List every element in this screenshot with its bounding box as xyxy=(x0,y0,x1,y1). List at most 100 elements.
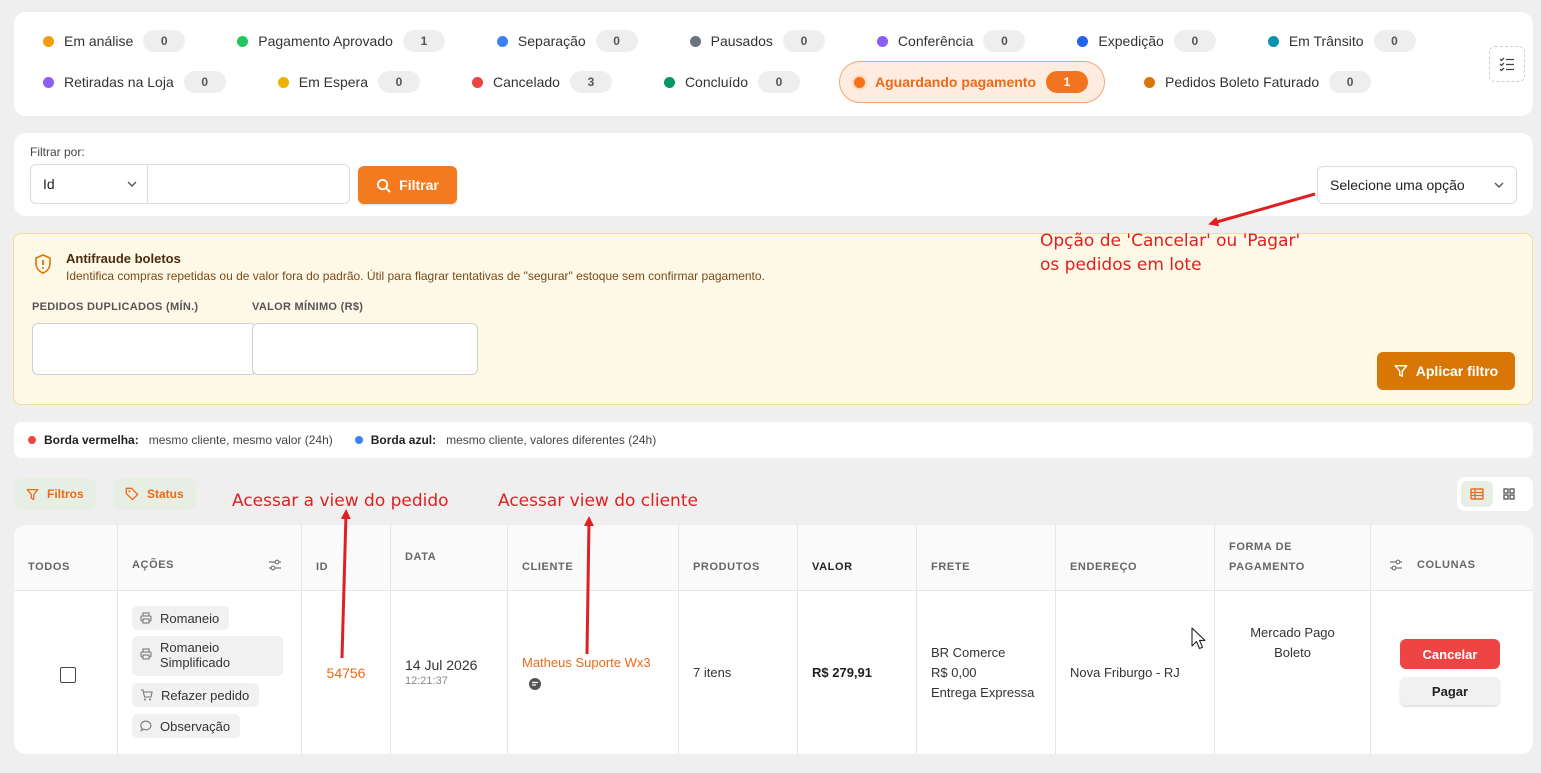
status-label: Retiradas na Loja xyxy=(64,74,174,90)
status-chip-separacao[interactable]: Separação 0 xyxy=(484,25,651,57)
header-actions: AÇÕES xyxy=(132,559,175,571)
order-date: 14 Jul 2026 xyxy=(405,657,478,673)
sliders-icon[interactable] xyxy=(268,559,282,571)
status-chip-aguardando-pagamento[interactable]: Aguardando pagamento 1 xyxy=(838,61,1105,103)
order-time: 12:21:37 xyxy=(405,675,448,687)
col-columns: COLUNAS Cancelar Pagar xyxy=(1371,525,1533,754)
annotation-order-view: Acessar a view do pedido xyxy=(232,491,449,511)
filter-field-select[interactable]: Id xyxy=(31,165,148,203)
status-dot xyxy=(1077,35,1089,47)
printer-icon xyxy=(140,648,152,660)
sliders-icon[interactable] xyxy=(1389,559,1403,571)
apply-filter-button[interactable]: Aplicar filtro xyxy=(1377,352,1515,390)
status-chip-pagamento-aprovado[interactable]: Pagamento Aprovado 1 xyxy=(224,25,458,57)
table-header-cell: FRETE xyxy=(917,525,1055,591)
status-toggle-button[interactable]: Status xyxy=(113,478,196,510)
order-value: R$ 279,91 xyxy=(812,665,872,680)
apply-filter-label: Aplicar filtro xyxy=(1415,363,1499,379)
table-cell: 7 itens xyxy=(679,591,797,754)
status-count: 0 xyxy=(143,30,186,52)
printer-icon xyxy=(140,612,152,624)
status-dot xyxy=(689,35,701,47)
romaneio-simplificado-button[interactable]: Romaneio Simplificado xyxy=(132,636,283,676)
cart-icon xyxy=(141,689,153,701)
status-chip-cancelado[interactable]: Cancelado 3 xyxy=(459,66,625,98)
duplicated-orders-input[interactable] xyxy=(32,323,257,375)
status-count: 1 xyxy=(1046,71,1088,93)
header-payment-line2: PAGAMENTO xyxy=(1229,561,1305,573)
romaneio-button[interactable]: Romaneio xyxy=(132,606,230,630)
table-cell: R$ 279,91 xyxy=(798,591,916,754)
header-columns[interactable]: COLUNAS xyxy=(1417,559,1476,571)
romaneio-simplificado-label: Romaneio Simplificado xyxy=(160,640,231,670)
shipping-cost: R$ 0,00 xyxy=(931,665,977,680)
antifraud-panel: Antifraude boletos Identifica compras re… xyxy=(13,233,1533,405)
chat-icon[interactable] xyxy=(528,677,542,691)
header-value: VALOR xyxy=(812,561,853,573)
min-value-input[interactable] xyxy=(252,323,478,375)
table-header-cell: PRODUTOS xyxy=(679,525,797,591)
status-count: 0 xyxy=(1329,71,1372,93)
filter-field-value: Id xyxy=(43,176,55,192)
status-dot xyxy=(43,76,54,88)
status-chip-pedidos-boleto-faturado[interactable]: Pedidos Boleto Faturado 0 xyxy=(1131,66,1384,98)
status-count: 0 xyxy=(782,30,825,52)
status-chip-conferencia[interactable]: Conferência 0 xyxy=(864,25,1039,57)
checklist-button[interactable] xyxy=(1489,46,1525,82)
bulk-action-select[interactable]: Selecione uma opção xyxy=(1317,166,1517,204)
observacao-button[interactable]: Observação xyxy=(132,714,241,738)
status-dot xyxy=(277,76,289,88)
red-border-text: mesmo cliente, mesmo valor (24h) xyxy=(148,433,333,447)
filter-icon xyxy=(26,488,39,500)
pay-order-button[interactable]: Pagar xyxy=(1400,677,1500,705)
filter-button[interactable]: Filtrar xyxy=(358,166,457,204)
table-view-button[interactable] xyxy=(1461,481,1493,507)
min-value-label: VALOR MÍNIMO (R$) xyxy=(252,301,364,313)
refazer-pedido-button[interactable]: Refazer pedido xyxy=(132,683,260,707)
filter-value-input[interactable] xyxy=(148,165,349,203)
header-all: TODOS xyxy=(28,561,70,573)
table-header-cell: CLIENTE xyxy=(508,525,678,591)
order-id-link[interactable]: 54756 xyxy=(302,665,390,681)
cancel-order-button[interactable]: Cancelar xyxy=(1400,639,1500,669)
status-label: Em Trânsito xyxy=(1288,33,1364,49)
chevron-down-icon xyxy=(1494,182,1504,188)
status-label: Concluído xyxy=(684,74,748,90)
payment-provider: Mercado Pago xyxy=(1250,625,1335,640)
client-name-link[interactable]: Matheus Suporte Wx3 xyxy=(522,655,651,670)
table-cell: 14 Jul 2026 12:21:37 xyxy=(391,591,507,754)
status-label: Separação xyxy=(517,33,586,49)
status-chip-em-transito[interactable]: Em Trânsito 0 xyxy=(1255,25,1429,57)
grid-view-icon xyxy=(1503,488,1515,500)
search-icon xyxy=(377,178,391,193)
status-chip-em-analise[interactable]: Em análise 0 xyxy=(30,25,198,57)
table-header-cell: DATA xyxy=(391,525,507,591)
products-count: 7 itens xyxy=(693,665,732,680)
duplicated-orders-label: PEDIDOS DUPLICADOS (MÍN.) xyxy=(32,301,199,313)
status-count: 0 xyxy=(1373,30,1416,52)
status-label: Aguardando pagamento xyxy=(874,74,1036,90)
grid-view-button[interactable] xyxy=(1493,481,1525,507)
tag-icon xyxy=(125,487,139,501)
status-chip-pausados[interactable]: Pausados 0 xyxy=(677,25,838,57)
filters-toggle-button[interactable]: Filtros xyxy=(14,478,96,510)
shipping-method: Entrega Expressa xyxy=(931,685,1035,700)
row-checkbox[interactable] xyxy=(60,667,76,683)
status-chip-concluido[interactable]: Concluído 0 xyxy=(651,66,813,98)
filters-toggle-label: Filtros xyxy=(47,487,84,501)
red-dot-icon xyxy=(28,436,36,444)
table-cell: Cancelar Pagar xyxy=(1371,591,1533,754)
border-legend: Borda vermelha: mesmo cliente, mesmo val… xyxy=(14,422,1533,458)
table-header-cell: VALOR xyxy=(798,525,916,591)
status-chip-em-espera[interactable]: Em Espera 0 xyxy=(265,66,433,98)
col-value: VALOR R$ 279,91 xyxy=(798,525,917,754)
filter-icon xyxy=(1394,365,1408,377)
header-payment-line1: FORMA DE xyxy=(1229,541,1293,553)
status-dot xyxy=(663,76,675,88)
status-chip-retiradas-na-loja[interactable]: Retiradas na Loja 0 xyxy=(30,66,239,98)
status-chip-expedicao[interactable]: Expedição 0 xyxy=(1064,25,1228,57)
col-date: DATA 14 Jul 2026 12:21:37 xyxy=(391,525,508,754)
header-address: ENDEREÇO xyxy=(1070,561,1138,573)
table-header-cell: FORMA DE PAGAMENTO xyxy=(1215,525,1370,591)
status-count: 1 xyxy=(402,30,445,52)
